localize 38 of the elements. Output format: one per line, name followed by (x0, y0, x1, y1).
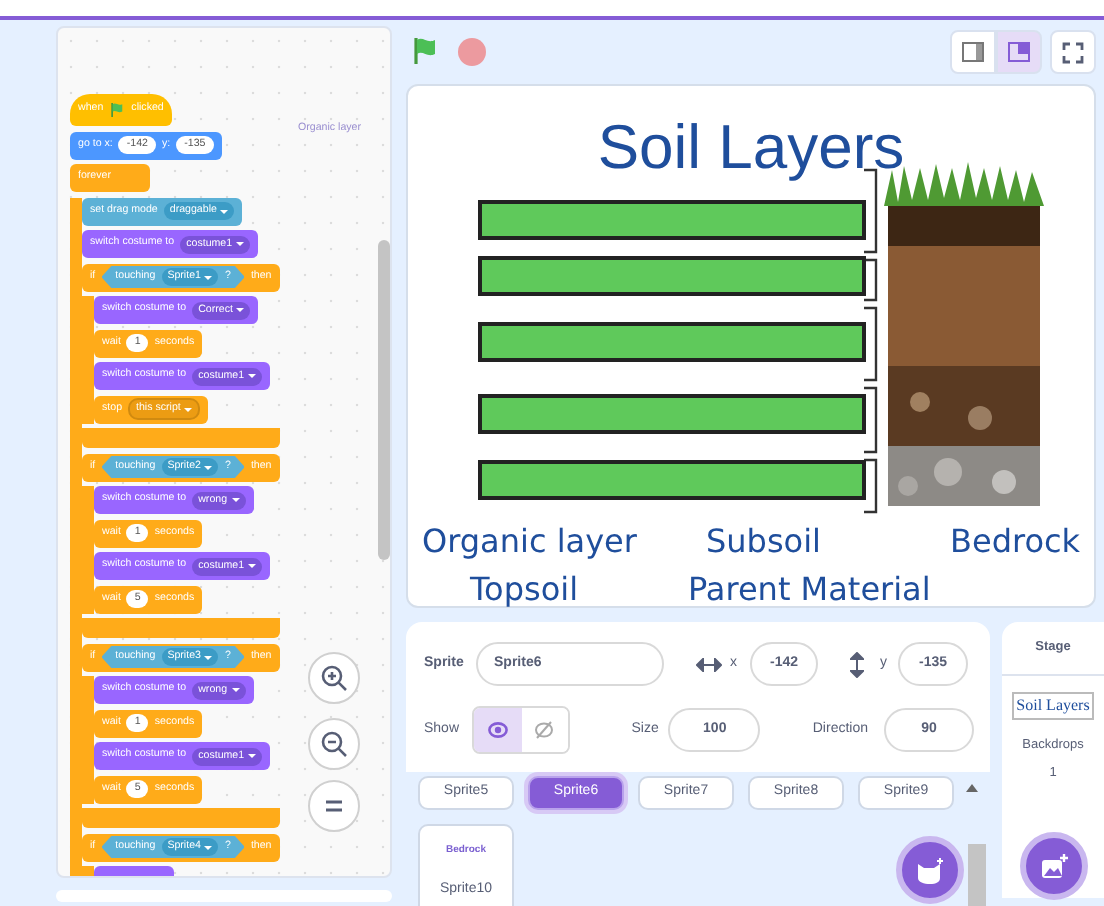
small-stage-button[interactable] (950, 30, 996, 74)
answer-box[interactable] (478, 322, 866, 362)
zoom-out-button[interactable] (308, 718, 360, 770)
vertical-arrows-icon (850, 651, 864, 677)
fullscreen-button[interactable] (1050, 30, 1096, 74)
stage-title-text: Soil Layers (595, 110, 907, 186)
scrollbar[interactable] (968, 844, 986, 906)
layer-label[interactable]: Parent Material (688, 566, 931, 614)
flag-icon (109, 102, 126, 118)
answer-box[interactable] (478, 394, 866, 434)
image-icon (1040, 853, 1068, 879)
layout-icon (1008, 42, 1030, 62)
show-button[interactable] (474, 708, 521, 752)
layer-label[interactable]: Bedrock (950, 518, 1081, 566)
answer-box[interactable] (478, 200, 866, 240)
zoom-in-button[interactable] (308, 652, 360, 704)
layout-icon (962, 42, 984, 62)
layer-label[interactable]: Organic layer (422, 518, 637, 566)
eye-icon (487, 722, 508, 738)
scroll-up-icon[interactable] (966, 784, 978, 792)
reset-zoom-button[interactable] (308, 780, 360, 832)
answer-box[interactable] (478, 460, 866, 500)
scrollbar[interactable] (378, 240, 390, 560)
zoom-out-icon (320, 730, 348, 758)
add-backdrop-button[interactable] (1020, 832, 1088, 900)
add-sprite-button[interactable] (896, 836, 964, 904)
answer-box[interactable] (478, 256, 866, 296)
layer-label[interactable]: Topsoil (470, 566, 579, 614)
hidden-eye-icon (534, 720, 555, 740)
equals-icon (324, 798, 344, 814)
stage-thumbnail[interactable]: Soil Layers (1012, 691, 1094, 720)
large-stage-button[interactable] (996, 30, 1042, 74)
layer-label[interactable]: Subsoil (706, 518, 821, 566)
stop-icon (458, 37, 486, 66)
zoom-in-icon (320, 664, 348, 692)
horizontal-arrows-icon (696, 657, 722, 671)
fullscreen-icon (1062, 41, 1084, 63)
cat-face-icon (916, 857, 944, 883)
